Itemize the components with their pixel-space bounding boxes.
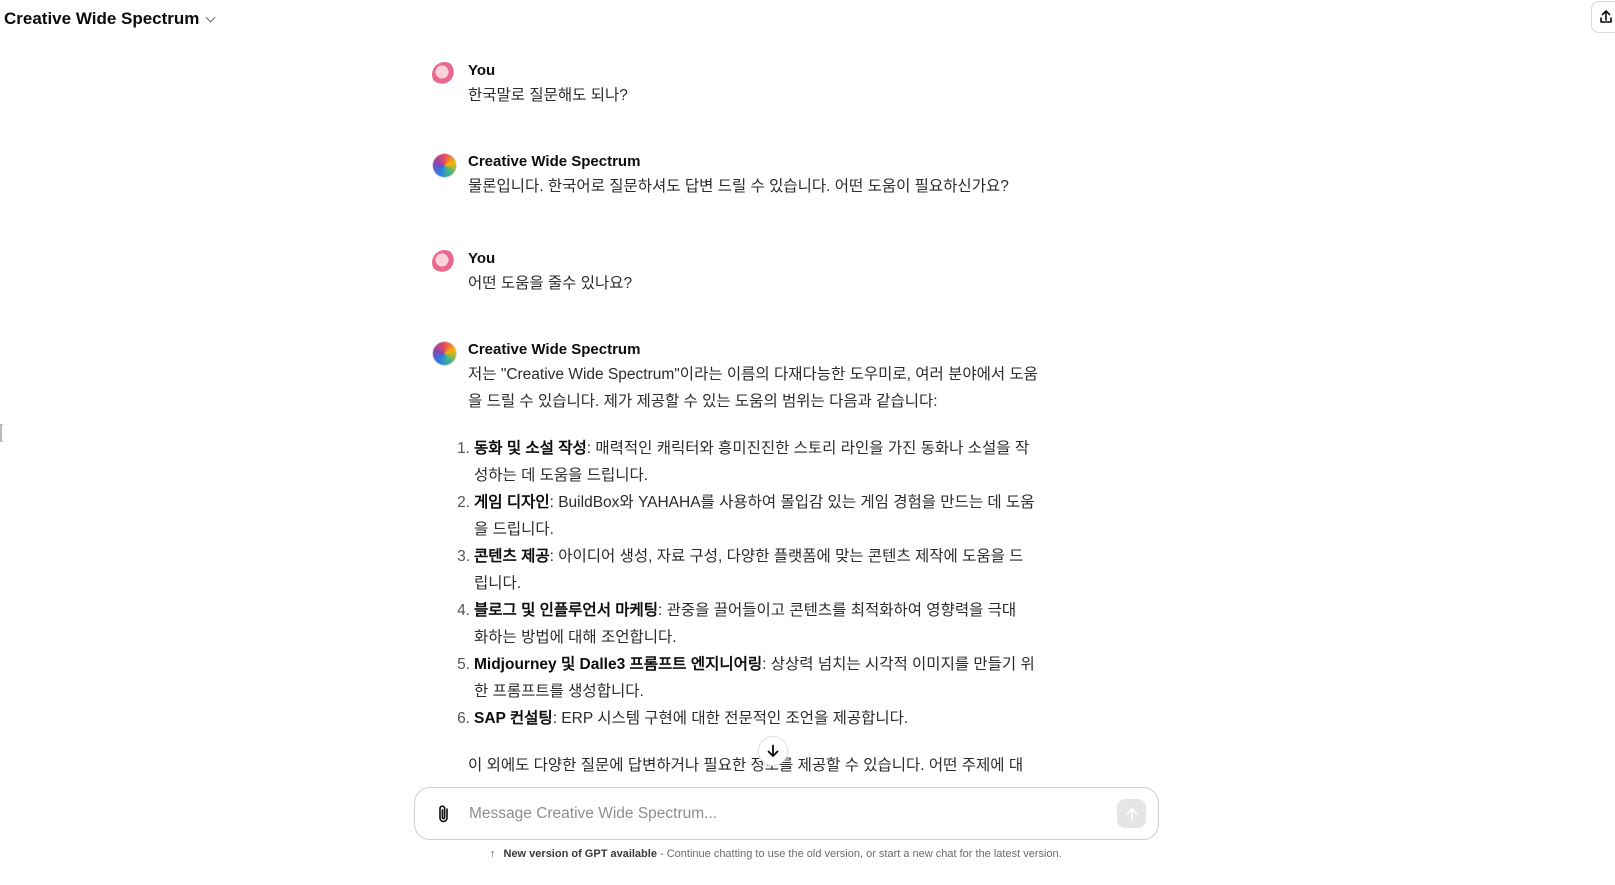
message-text: 어떤 도움을 줄수 있나요? (468, 275, 633, 292)
item-text: : 상상력 넘치는 시각적 이미지를 만들기 위 (762, 656, 1035, 673)
item-title: 블로그 및 인플루언서 마케팅 (474, 602, 659, 619)
list-number: 3. (457, 548, 470, 565)
intro-line: 저는 "Creative Wide Spectrum"이라는 이름의 다재다능한… (468, 366, 1038, 383)
assistant-message: Creative Wide Spectrum 물론입니다. 한국어로 질문하셔도… (432, 151, 1009, 200)
list-number: 4. (457, 602, 470, 619)
model-name: Creative Wide Spectrum (4, 9, 200, 28)
share-button[interactable] (1591, 1, 1615, 33)
message-author: Creative Wide Spectrum (468, 341, 641, 358)
item-text: : 아이디어 생성, 자료 구성, 다양한 플랫폼에 맞는 콘텐츠 제작에 도움… (549, 548, 1024, 565)
scroll-to-bottom-button[interactable] (758, 736, 788, 766)
arrow-down-icon (767, 744, 779, 757)
arrow-up-icon: ↑ (490, 848, 496, 860)
user-avatar (432, 62, 457, 87)
assistant-message: Creative Wide Spectrum 저는 "Creative Wide… (432, 339, 1072, 779)
message-author: Creative Wide Spectrum (468, 153, 641, 170)
assistant-avatar (432, 153, 457, 178)
capabilities-list: 1. 동화 및 소설 작성: 매력적인 캐릭터와 흥미진진한 스토리 라인을 가… (457, 435, 1072, 732)
user-message: You 한국말로 질문해도 되나? (432, 60, 628, 109)
notice-bold: New version of GPT available (503, 848, 657, 860)
sidebar-toggle-handle[interactable] (0, 424, 3, 442)
share-icon (1600, 10, 1612, 23)
item-text-cont: 한 프롬프트를 생성합니다. (474, 683, 644, 700)
send-button[interactable] (1117, 799, 1146, 828)
item-title: SAP 컨설팅 (474, 710, 553, 727)
list-number: 6. (457, 710, 470, 727)
paperclip-icon (439, 805, 448, 823)
item-text-cont: 성하는 데 도움을 드립니다. (474, 467, 649, 484)
list-item: 5. Midjourney 및 Dalle3 프롬프트 엔지니어링: 상상력 넘… (457, 651, 1072, 705)
user-avatar (432, 250, 457, 275)
item-text-cont: 을 드립니다. (474, 521, 554, 538)
message-author: You (468, 250, 496, 267)
message-input[interactable] (469, 798, 1089, 830)
item-title: 동화 및 소설 작성 (474, 440, 587, 457)
item-title: 게임 디자인 (474, 494, 550, 511)
list-item: 1. 동화 및 소설 작성: 매력적인 캐릭터와 흥미진진한 스토리 라인을 가… (457, 435, 1072, 489)
assistant-avatar (432, 341, 457, 366)
notice-text: - Continue chatting to use the old versi… (656, 848, 1062, 860)
list-number: 2. (457, 494, 470, 511)
item-text: : 매력적인 캐릭터와 흥미진진한 스토리 라인을 가진 동화나 소설을 작 (586, 440, 1030, 457)
list-item: 6. SAP 컨설팅: ERP 시스템 구현에 대한 전문적인 조언을 제공합니… (457, 705, 1072, 732)
message-text: 한국말로 질문해도 되나? (468, 87, 628, 104)
item-text: : 관중을 끌어들이고 콘텐츠를 최적화하여 영향력을 극대 (658, 602, 1017, 619)
message-author: You (468, 62, 496, 79)
item-text: : ERP 시스템 구현에 대한 전문적인 조언을 제공합니다. (552, 710, 909, 727)
attach-button[interactable] (433, 803, 455, 825)
item-title: Midjourney 및 Dalle3 프롬프트 엔지니어링 (474, 656, 763, 673)
list-item: 2. 게임 디자인: BuildBox와 YAHAHA를 사용하여 몰입감 있는… (457, 489, 1072, 543)
intro-line: 을 드릴 수 있습니다. 제가 제공할 수 있는 도움의 범위는 다음과 같습니… (468, 393, 938, 410)
arrow-up-icon (1126, 807, 1137, 820)
footer-notice: ↑ New version of GPT available - Continue… (490, 848, 1062, 860)
list-number: 1. (457, 440, 470, 457)
list-number: 5. (457, 656, 470, 673)
item-text-cont: 화하는 방법에 대해 조언합니다. (474, 629, 677, 646)
user-message: You 어떤 도움을 줄수 있나요? (432, 248, 632, 297)
item-text-cont: 립니다. (474, 575, 522, 592)
chevron-down-icon (205, 12, 216, 22)
top-bar: Creative Wide Spectrum (0, 0, 1615, 40)
item-text: : BuildBox와 YAHAHA를 사용하여 몰입감 있는 게임 경험을 만… (549, 494, 1035, 511)
message-text: 물론입니다. 한국어로 질문하셔도 답변 드릴 수 있습니다. 어떤 도움이 필… (468, 178, 1009, 195)
list-item: 3. 콘텐츠 제공: 아이디어 생성, 자료 구성, 다양한 플랫폼에 맞는 콘… (457, 543, 1072, 597)
model-selector[interactable]: Creative Wide Spectrum (4, 9, 216, 29)
message-intro: 저는 "Creative Wide Spectrum"이라는 이름의 다재다능한… (468, 361, 1072, 415)
message-composer (414, 787, 1159, 840)
list-item: 4. 블로그 및 인플루언서 마케팅: 관중을 끌어들이고 콘텐츠를 최적화하여… (457, 597, 1072, 651)
item-title: 콘텐츠 제공 (474, 548, 550, 565)
